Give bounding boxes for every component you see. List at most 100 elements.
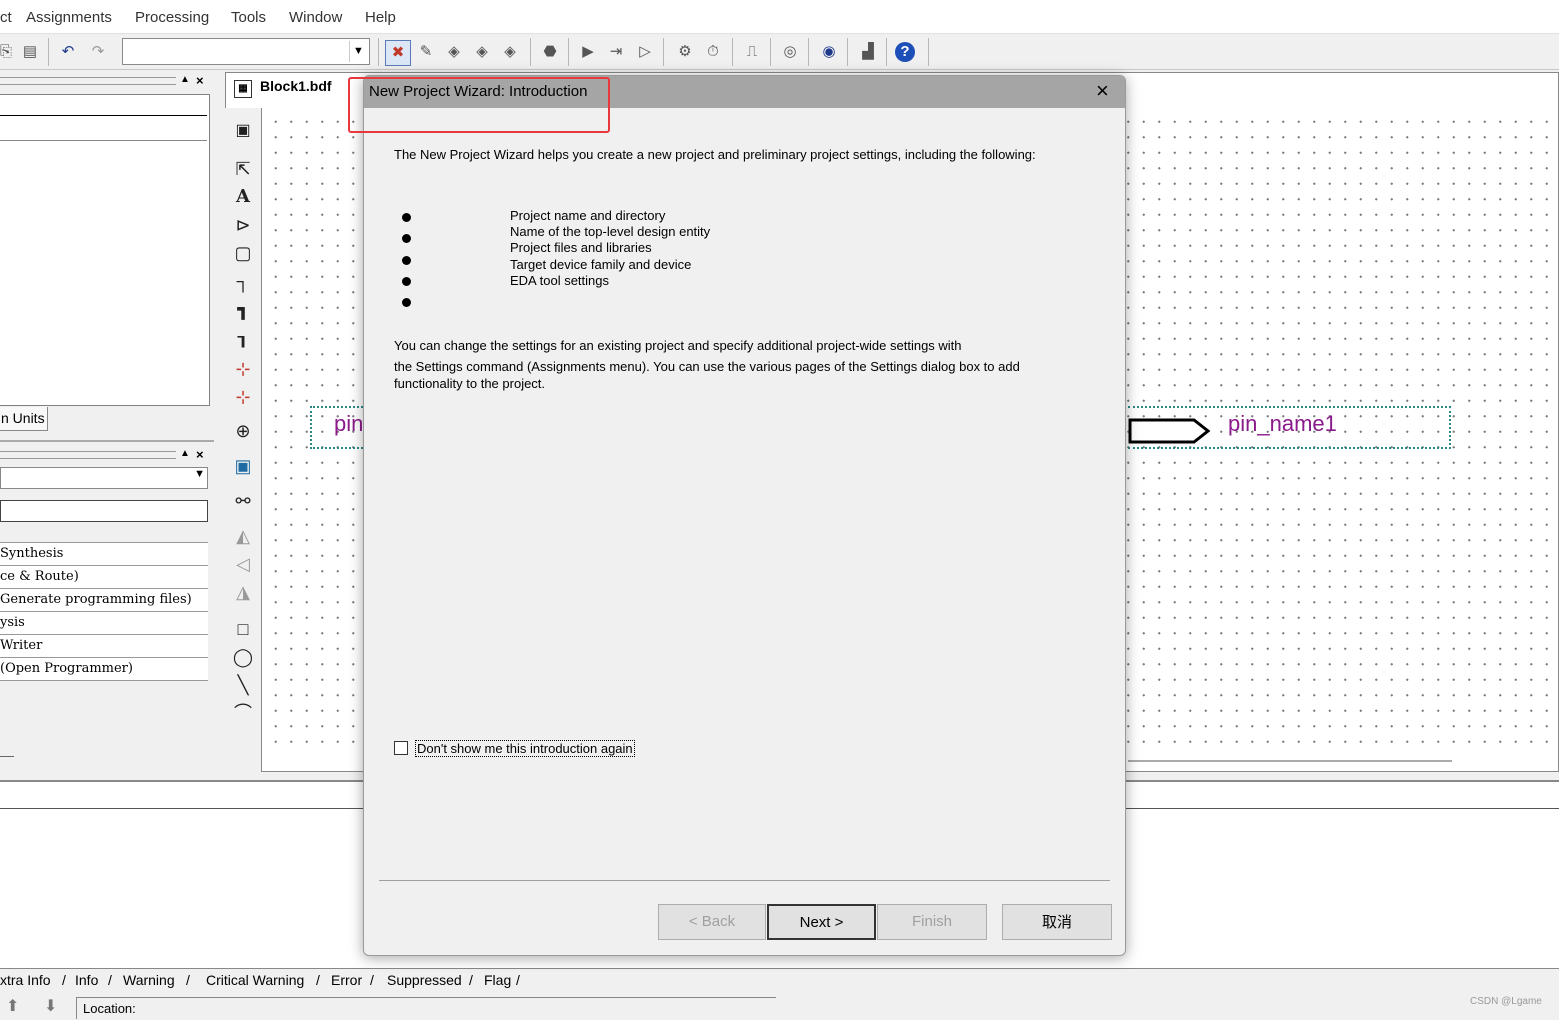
block-icon[interactable]: ▢	[230, 240, 256, 266]
tab-extra-info[interactable]: xtra Info	[0, 972, 51, 988]
rectangle-icon[interactable]: □	[230, 616, 256, 642]
arrow-down-icon[interactable]: ⬇	[44, 996, 57, 1016]
menu-assignments[interactable]: Assignments	[26, 9, 112, 26]
netlist-icon[interactable]: ▟	[856, 40, 880, 64]
watermark: CSDN @Lgame	[1470, 996, 1542, 1007]
block-editor-tools: ▣ ⇱ A ⊳ ▢ ┐ ┓ ┒ ⊹ ⊹ ⊕ ▣ ⚯ ◭ ◁ ◮ □ ◯ ╲ ⌒	[225, 108, 262, 772]
intro-text: The New Project Wizard helps you create …	[394, 147, 1036, 162]
finish-button[interactable]: Finish	[877, 904, 987, 940]
close-icon[interactable]: ×	[196, 447, 204, 462]
output-pin-symbol[interactable]: pin_name1	[1128, 406, 1451, 449]
line-icon[interactable]: ╲	[230, 672, 256, 698]
bullet-text: Name of the top-level design entity	[510, 224, 711, 239]
timing-icon[interactable]: ◈	[498, 40, 522, 64]
text-tool-icon[interactable]: A	[230, 184, 256, 210]
chip-icon[interactable]: ◉	[817, 40, 841, 64]
location-field[interactable]: Location:	[76, 997, 776, 1019]
rtl-icon[interactable]: ⚙	[673, 40, 697, 64]
toolbar-separator	[847, 38, 848, 66]
messages-tabs: xtra Info / Info / Warning / Critical Wa…	[0, 968, 1559, 992]
fitter-icon[interactable]: ◈	[442, 40, 466, 64]
assembler-icon[interactable]: ◈	[470, 40, 494, 64]
settings-paragraph-line: the Settings command (Assignments menu).…	[394, 359, 1020, 374]
programmer-icon[interactable]: ◎	[778, 40, 802, 64]
close-icon[interactable]: ×	[1096, 79, 1109, 103]
help-icon[interactable]: ?	[895, 42, 915, 62]
next-button[interactable]: Next >	[767, 904, 876, 940]
clock-icon[interactable]: ⏱	[701, 40, 725, 64]
full-screen-icon[interactable]: ▣	[230, 453, 256, 479]
flip-horizontal-icon[interactable]: ◭	[230, 523, 256, 549]
tasks-flow-combo[interactable]: ▼	[0, 467, 208, 489]
orthogonal-bus-icon[interactable]: ┓	[230, 296, 256, 322]
task-item[interactable]: Writer	[0, 635, 208, 658]
redo-icon[interactable]: ↷	[86, 40, 110, 64]
start-next-icon[interactable]: ⇥	[604, 40, 628, 64]
start-icon[interactable]: ▶	[576, 40, 600, 64]
analysis-icon[interactable]: ✎	[414, 40, 438, 64]
dont-show-checkbox-label[interactable]: Don't show me this introduction again	[415, 740, 635, 757]
tab-error[interactable]: Error	[331, 972, 362, 988]
arc-icon[interactable]: ⌒	[230, 700, 256, 726]
tab-warning[interactable]: Warning	[123, 972, 175, 988]
dont-show-checkbox[interactable]	[394, 741, 408, 755]
compile-icon[interactable]: ✖	[385, 40, 411, 66]
tab-separator: /	[469, 972, 473, 988]
conduit-icon[interactable]: ┒	[230, 324, 256, 350]
panel-float-icon[interactable]: ▲	[180, 448, 190, 459]
chevron-down-icon[interactable]: ▼	[194, 468, 205, 480]
back-button[interactable]: < Back	[658, 904, 766, 940]
rubberbanding-icon[interactable]: ⊹	[230, 356, 256, 382]
tab-info[interactable]: Info	[75, 972, 98, 988]
output-pin-label: pin_name1	[1228, 411, 1337, 436]
tab-suppressed[interactable]: Suppressed	[387, 972, 462, 988]
pointer-icon[interactable]: ⇱	[230, 156, 256, 182]
bullet-icon	[402, 298, 411, 307]
panel-grip[interactable]	[0, 77, 176, 85]
find-icon[interactable]: ⚯	[230, 488, 256, 514]
task-item[interactable]: (Open Programmer)	[0, 658, 208, 681]
panel-splitter[interactable]	[0, 440, 214, 442]
chevron-down-icon[interactable]: ▼	[349, 41, 367, 62]
tab-design-units[interactable]: n Units	[0, 407, 48, 431]
tab-flag[interactable]: Flag	[484, 972, 511, 988]
editor-tab[interactable]: ▦ Block1.bdf	[234, 78, 332, 98]
step-icon[interactable]: ▷	[633, 40, 657, 64]
flip-vertical-icon[interactable]: ◁	[230, 551, 256, 577]
close-icon[interactable]: ×	[196, 73, 204, 88]
orthogonal-node-icon[interactable]: ┐	[230, 268, 256, 294]
navigator-divider	[0, 115, 207, 116]
arrow-up-icon[interactable]: ⬆	[6, 996, 19, 1016]
zoom-icon[interactable]: ⊕	[230, 418, 256, 444]
toolbar-separator	[928, 38, 929, 66]
tab-separator: /	[516, 972, 520, 988]
task-item[interactable]: Synthesis	[0, 543, 208, 566]
input-pin-symbol[interactable]: pin	[310, 406, 370, 449]
task-item[interactable]: ce & Route)	[0, 566, 208, 589]
menu-tools[interactable]: Tools	[231, 9, 266, 26]
left-dock: ▲ × n Units ▲ × ▼ Synthesis ce & Route) …	[0, 72, 214, 772]
task-item[interactable]: ysis	[0, 612, 208, 635]
menu-help[interactable]: Help	[365, 9, 396, 26]
window-icon[interactable]: ▣	[230, 118, 256, 144]
symbol-icon[interactable]: ⊳	[230, 212, 256, 238]
simulate-icon[interactable]: ⎍	[740, 40, 764, 64]
copy-icon[interactable]: ⎘	[0, 40, 18, 64]
menu-window[interactable]: Window	[289, 9, 342, 26]
tab-critical-warning[interactable]: Critical Warning	[206, 972, 304, 988]
project-hierarchy-combo[interactable]: ▼	[122, 38, 370, 65]
menu-processing[interactable]: Processing	[135, 9, 209, 26]
horizontal-scrollbar[interactable]	[1128, 760, 1452, 762]
task-item[interactable]: Generate programming files)	[0, 589, 208, 612]
undo-icon[interactable]: ↶	[56, 40, 80, 64]
toolbar-separator	[48, 38, 49, 66]
cancel-button[interactable]: 取消	[1002, 904, 1112, 940]
partial-line-icon[interactable]: ⊹	[230, 384, 256, 410]
panel-grip[interactable]	[0, 451, 176, 459]
stop-icon[interactable]: ⬣	[538, 40, 562, 64]
oval-icon[interactable]: ◯	[230, 644, 256, 670]
panel-float-icon[interactable]: ▲	[180, 74, 190, 85]
rotate-icon[interactable]: ◮	[230, 579, 256, 605]
menu-project[interactable]: ct	[0, 9, 12, 26]
paste-icon[interactable]: ▤	[18, 40, 42, 64]
